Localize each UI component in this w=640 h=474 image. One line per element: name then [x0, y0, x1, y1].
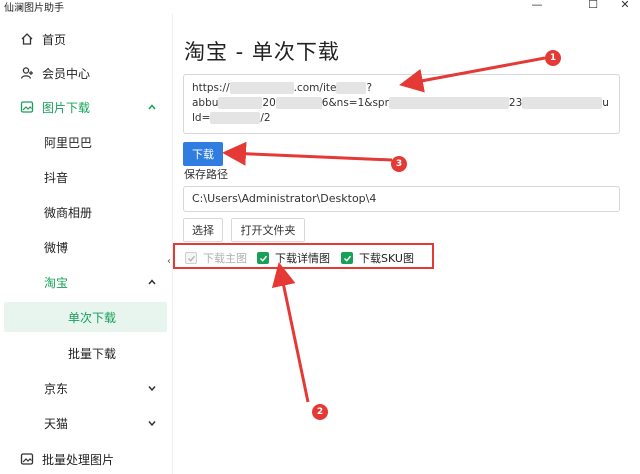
page-title: 淘宝 - 单次下载	[184, 40, 340, 64]
url-textarea[interactable]: https://.com/ite? abbu 20 6&ns=1&spr 23 u ld…	[183, 74, 620, 134]
main-content: 淘宝 - 单次下载 https://.com/ite? abbu 20 6&ns=1…	[173, 14, 640, 474]
window-title: 仙澜图片助手	[4, 3, 64, 14]
batch-image-icon	[18, 450, 36, 468]
open-folder-button[interactable]: 打开文件夹	[231, 218, 305, 242]
sidebar-item-label: 会员中心	[42, 66, 91, 81]
chevron-up-icon	[146, 276, 158, 288]
sidebar-item-label: 批量处理图片	[42, 452, 115, 467]
chevron-down-icon	[146, 417, 158, 429]
close-button[interactable]: ✕	[610, 0, 640, 12]
sidebar-item-label: 抖音	[44, 170, 69, 185]
url-line-2: abbu 20 6&ns=1&spr 23 u	[192, 97, 609, 109]
sidebar: 首页 会员中心 图片下载 阿里巴巴 抖音 微商相册 微博 淘宝 单次下载 批量下…	[0, 14, 172, 474]
sidebar-item-label: 批量下载	[68, 346, 117, 361]
annotation-badge-1: 1	[545, 50, 561, 66]
sidebar-item-single-download[interactable]: 单次下载	[0, 302, 172, 332]
sidebar-item-tmall[interactable]: 天猫	[0, 408, 172, 438]
annotation-badge-2: 2	[312, 404, 328, 420]
select-folder-button[interactable]: 选择	[183, 218, 223, 242]
sidebar-item-weishang-album[interactable]: 微商相册	[0, 197, 172, 227]
sidebar-item-jd[interactable]: 京东	[0, 373, 172, 403]
sidebar-item-label: 图片下载	[42, 100, 91, 115]
sidebar-item-label: 天猫	[44, 416, 69, 431]
url-line-1: https://.com/ite?	[192, 82, 373, 94]
sidebar-item-batch-process[interactable]: 批量处理图片	[0, 444, 172, 474]
sidebar-item-home[interactable]: 首页	[0, 24, 172, 54]
maximize-button[interactable]: ☐	[578, 0, 608, 12]
user-icon	[18, 64, 36, 82]
url-line-3: ld=/2	[192, 112, 271, 124]
minimize-button[interactable]: —	[522, 0, 552, 12]
download-button[interactable]: 下载	[183, 142, 223, 166]
sidebar-item-label: 阿里巴巴	[44, 135, 93, 150]
sidebar-item-label: 京东	[44, 381, 69, 396]
annotation-highlight-box	[173, 243, 434, 269]
sidebar-item-label: 首页	[42, 32, 67, 47]
sidebar-item-label: 单次下载	[68, 310, 117, 325]
save-path-label: 保存路径	[184, 168, 228, 181]
sidebar-item-alibaba[interactable]: 阿里巴巴	[0, 127, 172, 157]
annotation-badge-3: 3	[391, 156, 407, 172]
sidebar-item-image-download[interactable]: 图片下载	[0, 92, 172, 122]
sidebar-item-label: 微商相册	[44, 205, 93, 220]
collapse-sidebar-icon[interactable]: ‹	[167, 256, 171, 267]
sidebar-item-label: 微博	[44, 240, 69, 255]
chevron-up-icon	[146, 101, 158, 113]
image-icon	[18, 98, 36, 116]
home-icon	[18, 30, 36, 48]
sidebar-item-label: 淘宝	[44, 275, 69, 290]
sidebar-item-taobao[interactable]: 淘宝	[0, 267, 172, 297]
title-bar: 仙澜图片助手 — ☐ ✕	[0, 0, 640, 14]
sidebar-item-batch-download[interactable]: 批量下载	[0, 338, 172, 368]
save-path-input[interactable]: C:\Users\Administrator\Desktop\4	[183, 186, 620, 212]
chevron-down-icon	[146, 382, 158, 394]
sidebar-item-weibo[interactable]: 微博	[0, 232, 172, 262]
sidebar-item-douyin[interactable]: 抖音	[0, 162, 172, 192]
sidebar-item-membership[interactable]: 会员中心	[0, 58, 172, 88]
